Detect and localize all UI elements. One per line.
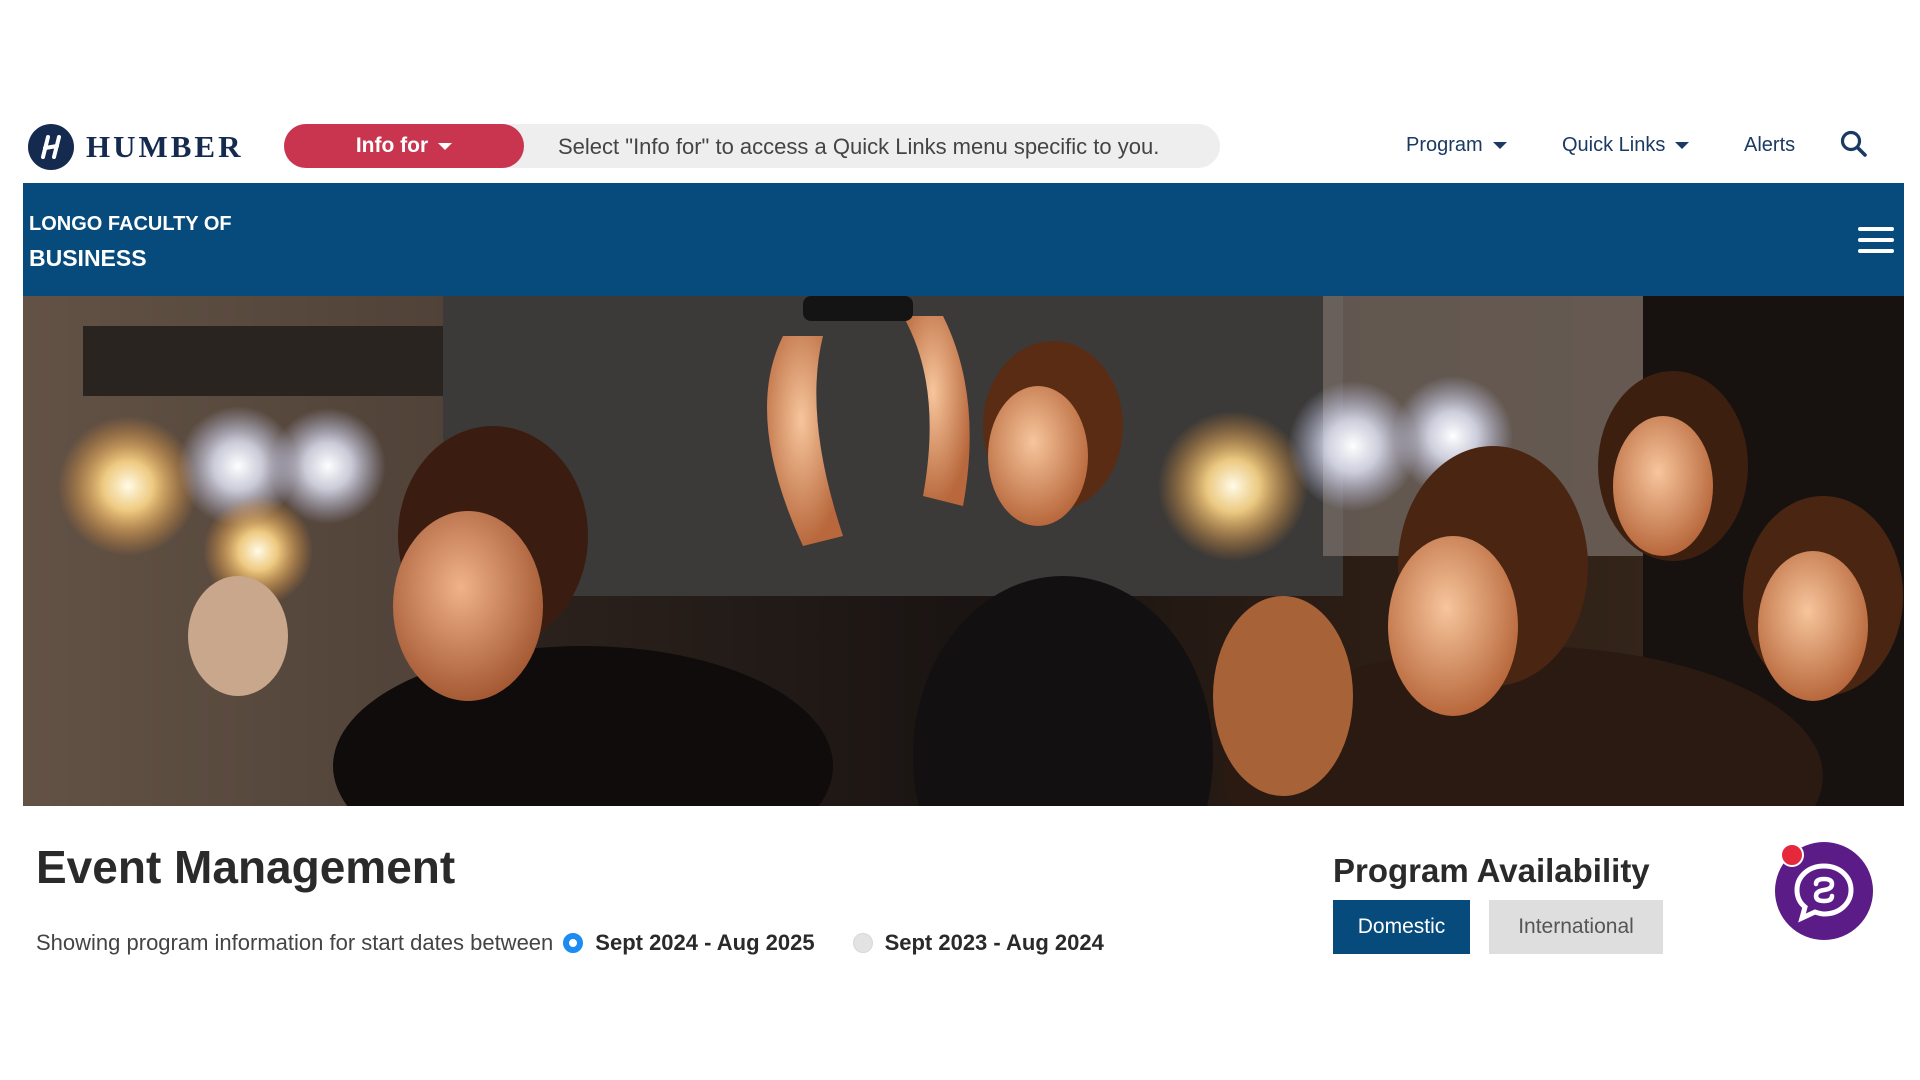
search-button[interactable] (1838, 128, 1870, 160)
start-dates-row: Showing program information for start da… (36, 930, 1132, 956)
nav-alerts[interactable]: Alerts (1744, 134, 1795, 157)
program-title: Event Management (36, 841, 456, 893)
caret-down-icon (1492, 142, 1507, 149)
event-crowd-photo (23, 296, 1904, 806)
notification-dot (1780, 843, 1804, 867)
info-for-bar: Info for Select "Info for" to access a Q… (284, 124, 1220, 168)
nav-program[interactable]: Program (1406, 134, 1507, 157)
nav-quick-links[interactable]: Quick Links (1562, 134, 1690, 157)
caret-down-icon (438, 142, 453, 150)
info-for-label: Info for (355, 134, 429, 157)
hero-image (23, 296, 1904, 806)
info-for-button[interactable]: Info for (284, 124, 524, 168)
international-button[interactable]: International (1489, 900, 1663, 954)
faculty-name[interactable]: LONGO FACULTY OF BUSINESS (29, 207, 232, 275)
date-option-2023[interactable]: Sept 2023 - Aug 2024 (885, 930, 1104, 956)
nav-program-label: Program (1406, 134, 1483, 156)
date-radio-2024[interactable] (563, 933, 584, 953)
faculty-bar: LONGO FACULTY OF BUSINESS (23, 183, 1904, 296)
search-icon (1840, 130, 1867, 157)
start-dates-prefix: Showing program information for start da… (36, 930, 554, 955)
domestic-button[interactable]: Domestic (1333, 900, 1470, 954)
nav-alerts-label: Alerts (1744, 134, 1796, 156)
faculty-name-line1: LONGO FACULTY OF (29, 213, 232, 235)
humber-logo-icon (28, 124, 74, 170)
availability-title: Program Availability (1333, 852, 1650, 889)
date-option-2024[interactable]: Sept 2024 - Aug 2025 (595, 930, 814, 956)
faculty-name-line2: BUSINESS (29, 245, 147, 271)
info-for-hint: Select "Info for" to access a Quick Link… (558, 134, 1160, 159)
date-radio-2023[interactable] (852, 933, 873, 953)
hamburger-menu-button[interactable] (1858, 227, 1894, 257)
humber-logo[interactable]: HUMBER (28, 124, 244, 170)
nav-quick-links-label: Quick Links (1562, 134, 1666, 156)
hamburger-menu-icon (1858, 227, 1894, 253)
caret-down-icon (1675, 142, 1690, 149)
brand-name: HUMBER (86, 129, 244, 164)
